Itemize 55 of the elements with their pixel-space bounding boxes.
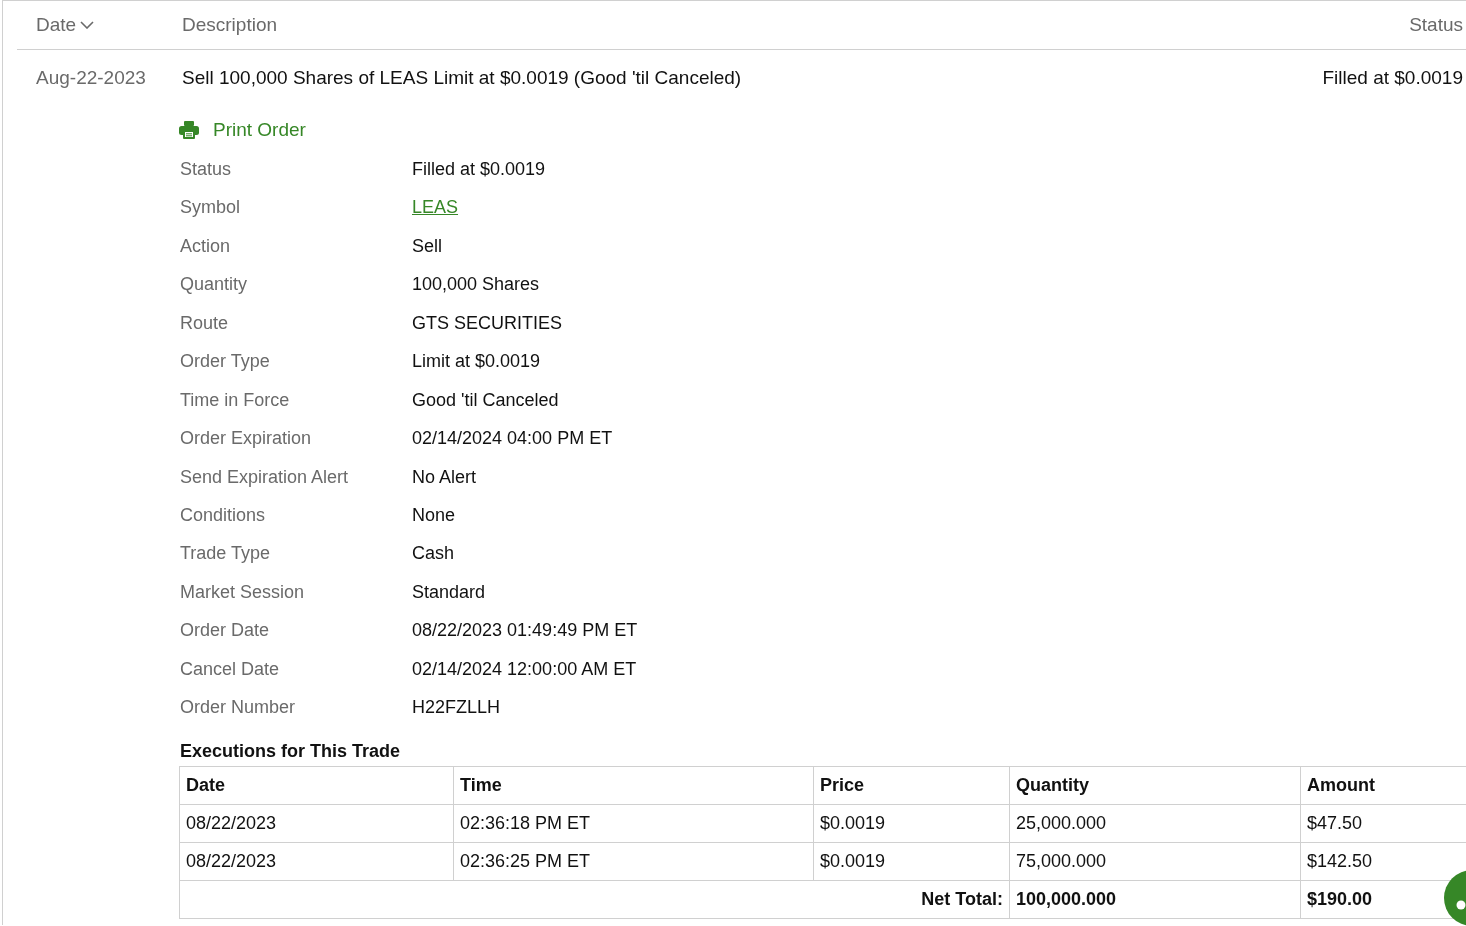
field-label: Time in Force xyxy=(180,388,290,412)
column-header[interactable]: Date xyxy=(17,14,95,36)
field-value: Sell xyxy=(412,234,442,258)
table-cell: 02:36:18 PM ET xyxy=(453,804,814,843)
field-value: Standard xyxy=(412,580,486,604)
field-label: Market Session xyxy=(180,580,305,604)
column-header: Time xyxy=(453,766,814,805)
field-value: Cash xyxy=(412,542,455,566)
field-value: 02/14/2024 04:00 PM ET xyxy=(412,427,613,451)
table-cell: 08/22/2023 xyxy=(179,804,454,843)
field-label: Order Date xyxy=(180,619,270,643)
column-header: Price xyxy=(813,766,1010,805)
table-cell-text: Filled at $0.0019 xyxy=(1322,66,1464,90)
field-label: Conditions xyxy=(180,503,266,527)
table-cell: Sell 100,000 Shares of LEAS Limit at $0.0019 (Good 'til Canceled) xyxy=(182,66,742,90)
section-title: Executions for This Trade xyxy=(180,739,401,763)
field-value: 02/14/2024 12:00:00 AM ET xyxy=(412,657,637,681)
column-header[interactable]: Description xyxy=(182,14,278,36)
field-label: Action xyxy=(180,234,231,258)
field-value: Good 'til Canceled xyxy=(412,388,559,412)
symbol-link[interactable]: LEAS xyxy=(412,188,459,227)
table-cell: $0.0019 xyxy=(813,804,1010,843)
field-value: No Alert xyxy=(412,465,477,489)
print-order-link[interactable]: Print Order xyxy=(179,110,306,150)
field-label: Cancel Date xyxy=(180,657,280,681)
field-label: Order Type xyxy=(180,350,270,374)
field-value: 100,000 Shares xyxy=(412,273,540,297)
field-label: Send Expiration Alert xyxy=(180,465,349,489)
table-cell-text: Aug-22-2023 xyxy=(35,66,146,90)
column-header: Quantity xyxy=(1009,766,1301,805)
table-cell: 02:36:25 PM ET xyxy=(453,842,814,881)
printer-icon xyxy=(179,121,199,139)
field-label: Trade Type xyxy=(180,542,271,566)
table-cell: 75,000.000 xyxy=(1009,842,1301,881)
field-label: Status xyxy=(180,158,232,181)
field-value: Filled at $0.0019 xyxy=(412,158,546,181)
table-cell: 08/22/2023 xyxy=(179,842,454,881)
field-value: Limit at $0.0019 xyxy=(412,350,541,374)
chat-button[interactable] xyxy=(1444,870,1466,926)
total-label-cell: Net Total: xyxy=(179,880,1010,919)
field-value: 08/22/2023 01:49:49 PM ET xyxy=(412,619,638,643)
table-cell: $0.0019 xyxy=(813,842,1010,881)
field-value: GTS SECURITIES xyxy=(412,311,563,335)
field-label: Order Number xyxy=(180,696,296,720)
field-label: Order Expiration xyxy=(180,427,312,451)
field-label: Quantity xyxy=(180,273,248,297)
column-header: Date xyxy=(179,766,454,805)
column-header[interactable]: Status xyxy=(1409,14,1466,36)
field-value: H22FZLLH xyxy=(412,696,501,720)
table-cell: 100,000.000 xyxy=(1009,880,1301,919)
field-label: Symbol xyxy=(180,196,241,220)
table-cell: 25,000.000 xyxy=(1009,804,1301,843)
field-label: Route xyxy=(180,311,229,335)
column-header: Amount xyxy=(1300,766,1466,805)
field-value: None xyxy=(412,503,456,527)
